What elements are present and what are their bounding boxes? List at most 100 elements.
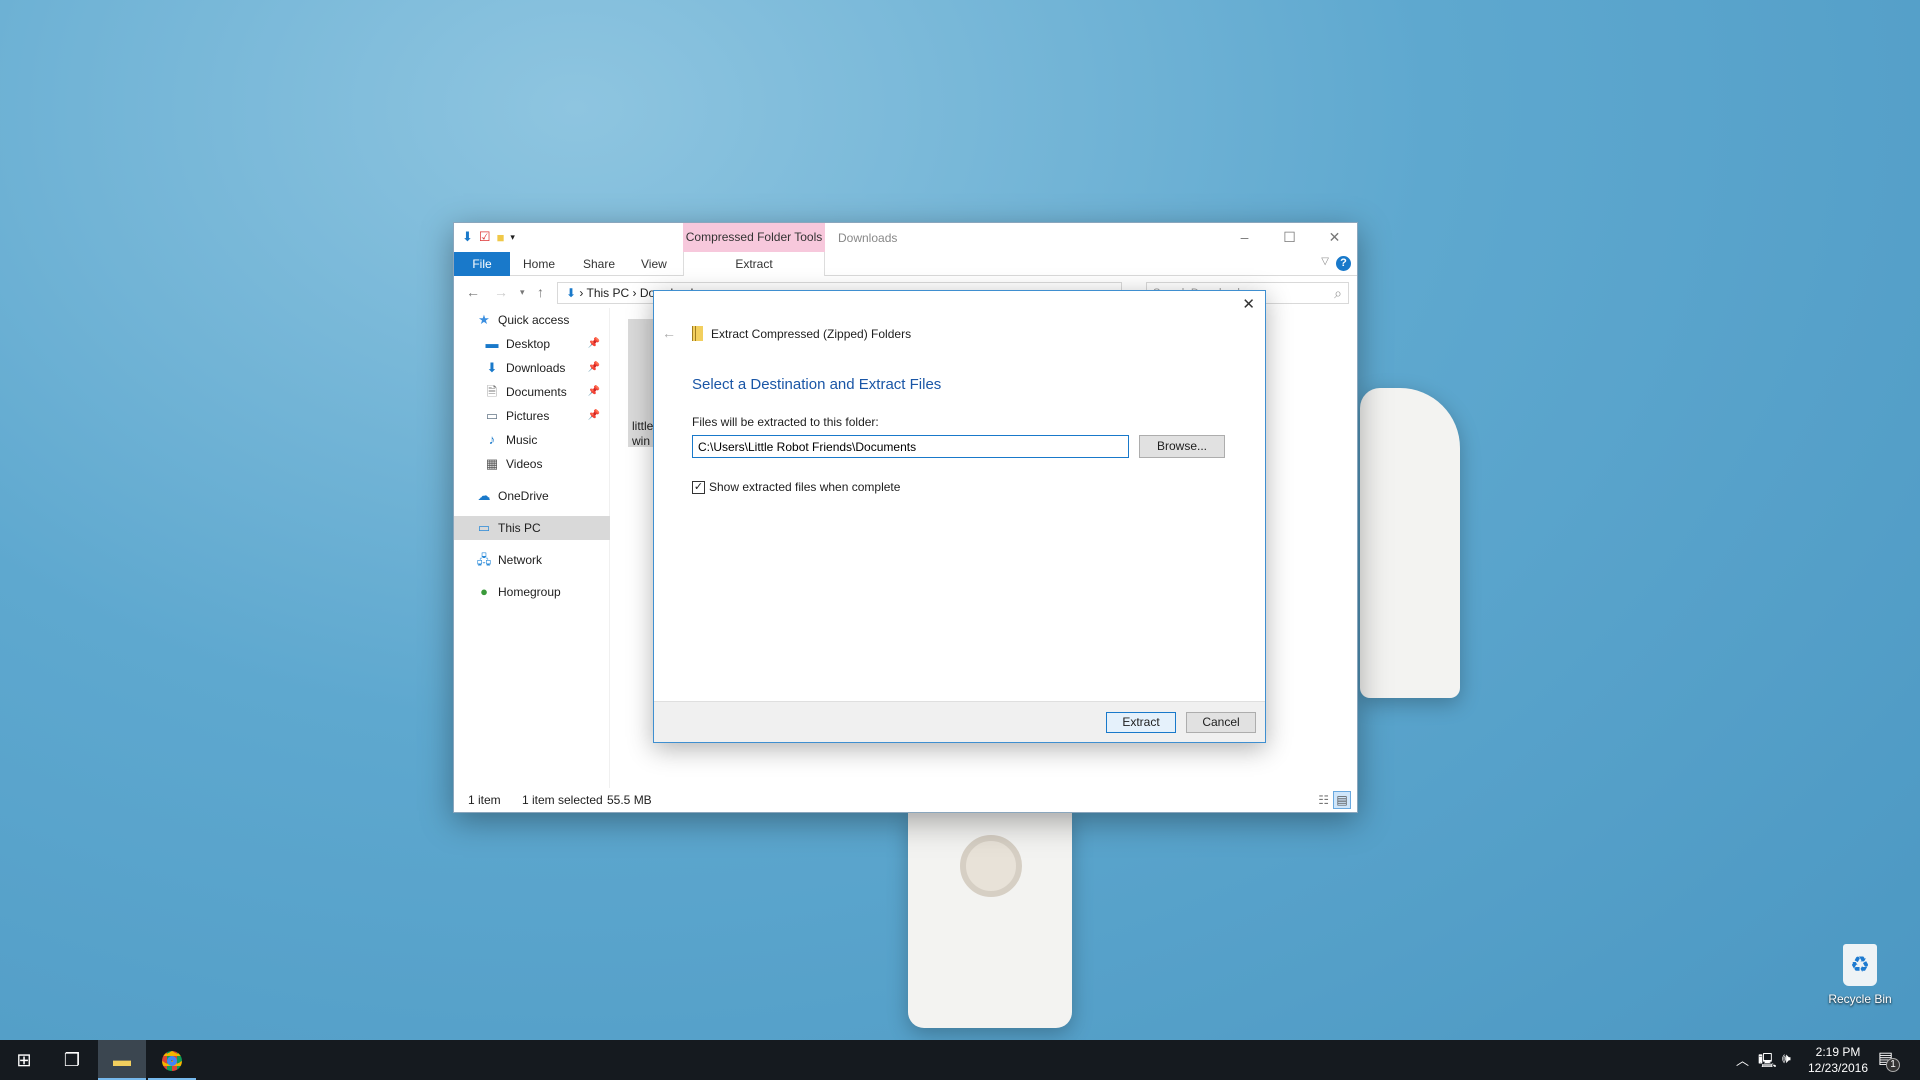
context-tab-group: Compressed Folder Tools [683, 223, 825, 252]
sidebar-item-label: OneDrive [498, 489, 549, 503]
title-bar: ⬇ ☑ ■ ▾ Compressed Folder Tools Download… [454, 223, 1357, 252]
up-icon[interactable]: ↑ [537, 284, 544, 300]
dialog-heading: Select a Destination and Extract Files [692, 376, 942, 393]
clock-time: 2:19 PM [1815, 1045, 1861, 1059]
forward-icon[interactable]: → [494, 284, 508, 300]
recycle-bin[interactable]: ♻ Recycle Bin [1820, 944, 1900, 1006]
download-icon[interactable]: ⬇ [462, 229, 473, 245]
music-icon: ♪ [488, 432, 496, 447]
navigation-pane: ★ Quick access ▬ Desktop 📌 ⬇ Downloads 📌 🗎 Doc… [454, 308, 610, 788]
sidebar-item-homegroup[interactable]: ● Homegroup [454, 580, 610, 604]
sidebar-item-label: Quick access [498, 313, 570, 327]
sidebar-item-label: Network [498, 553, 543, 567]
tab-view[interactable]: View [641, 252, 667, 276]
dialog-title: Extract Compressed (Zipped) Folders [711, 327, 912, 341]
cloud-icon: ☁ [477, 488, 491, 503]
properties-icon[interactable]: ☑ [479, 229, 491, 245]
robot-lens [960, 835, 1022, 897]
large-icons-view-icon[interactable]: ▤ [1333, 791, 1351, 809]
dialog-back-icon[interactable]: ← [662, 325, 676, 341]
taskbar-file-explorer[interactable]: ▬ [98, 1040, 146, 1080]
breadcrumb-this-pc[interactable]: This PC [587, 286, 630, 300]
close-button[interactable]: ✕ [1312, 223, 1357, 252]
details-view-icon[interactable]: ☷ [1318, 788, 1329, 812]
computer-icon: ▭ [477, 520, 491, 535]
folder-icon: ▬ [113, 1050, 131, 1070]
chrome-icon [162, 1051, 182, 1072]
expand-ribbon-icon[interactable]: ▽ [1321, 256, 1329, 267]
windows-icon: ⊞ [16, 1050, 32, 1070]
pin-icon[interactable]: 📌 [588, 356, 600, 380]
sidebar-item-label: Videos [506, 457, 543, 471]
sidebar-item-label: Music [506, 433, 538, 447]
sidebar-item-label: Pictures [506, 409, 550, 423]
taskbar: ⊞ ❐ ▬ ︿ 🖳 🕪 2:19 PM 12/23/2016 ▤ 1 [0, 1040, 1920, 1080]
search-icon: ⌕ [1334, 285, 1342, 301]
back-icon[interactable]: ← [466, 284, 480, 300]
clock[interactable]: 2:19 PM 12/23/2016 [1806, 1044, 1870, 1076]
extract-dialog: ✕ ← Extract Compressed (Zipped) Folders … [653, 290, 1266, 743]
clock-date: 12/23/2016 [1807, 1061, 1869, 1075]
volume-icon[interactable]: 🕪 [1782, 1050, 1791, 1067]
pin-icon[interactable]: 📌 [588, 332, 600, 356]
dialog-footer: Extract Cancel [654, 701, 1265, 742]
ribbon-tabs: File Home Share View Extract ▽ ? [454, 252, 1357, 276]
show-files-checkbox[interactable]: ✓ [692, 480, 705, 494]
sidebar-item-network[interactable]: 🖧 Network [454, 548, 610, 572]
selection-count: 1 item selected [522, 793, 603, 807]
selection-size: 55.5 MB [607, 793, 652, 807]
sidebar-item-documents[interactable]: 🗎 Documents 📌 [454, 380, 610, 404]
pin-icon[interactable]: 📌 [588, 380, 600, 404]
sidebar-item-label: Desktop [506, 337, 551, 351]
customize-qat-icon[interactable]: ▾ [510, 232, 515, 243]
browse-button[interactable]: Browse... [1139, 435, 1225, 458]
desktop-robot-photo [1360, 388, 1460, 698]
notification-count: 1 [1886, 1058, 1900, 1072]
network-status-icon[interactable]: 🖳 [1758, 1050, 1777, 1074]
tab-file[interactable]: File [454, 252, 510, 276]
recycle-bin-label: Recycle Bin [1828, 992, 1892, 1006]
sidebar-item-music[interactable]: ♪ Music [454, 428, 610, 452]
document-icon: 🗎 [486, 384, 498, 399]
tab-share[interactable]: Share [583, 252, 615, 276]
picture-icon: ▭ [485, 408, 499, 423]
cancel-button[interactable]: Cancel [1186, 712, 1256, 733]
video-icon: ▦ [485, 456, 499, 471]
sidebar-item-quick-access[interactable]: ★ Quick access [454, 308, 610, 332]
tab-home[interactable]: Home [523, 252, 555, 276]
quick-access-toolbar: ⬇ ☑ ■ ▾ [462, 229, 515, 245]
show-files-label: Show extracted files when complete [709, 480, 901, 494]
file-item-label: win [632, 434, 651, 447]
destination-folder-input[interactable] [692, 435, 1129, 458]
minimize-button[interactable]: – [1222, 223, 1267, 252]
sidebar-item-label: Documents [506, 385, 567, 399]
sidebar-item-desktop[interactable]: ▬ Desktop 📌 [454, 332, 610, 356]
sidebar-item-this-pc[interactable]: ▭ This PC [454, 516, 610, 540]
item-count: 1 item [468, 793, 501, 807]
star-icon: ★ [478, 312, 490, 327]
show-hidden-icons[interactable]: ︿ [1736, 1050, 1749, 1069]
taskbar-chrome[interactable] [148, 1040, 196, 1080]
help-icon[interactable]: ? [1336, 256, 1351, 271]
pin-icon[interactable]: 📌 [588, 404, 600, 428]
file-item-zip[interactable]: little win [628, 319, 654, 447]
download-icon: ⬇ [566, 286, 577, 300]
file-item-label: little [632, 419, 654, 433]
tab-extract[interactable]: Extract [683, 252, 825, 276]
start-button[interactable]: ⊞ [0, 1040, 48, 1080]
sidebar-item-videos[interactable]: ▦ Videos [454, 452, 610, 476]
recent-locations-icon[interactable]: ▾ [520, 287, 525, 298]
sidebar-item-onedrive[interactable]: ☁ OneDrive [454, 484, 610, 508]
show-files-checkbox-row[interactable]: ✓ Show extracted files when complete [692, 480, 900, 494]
sidebar-item-pictures[interactable]: ▭ Pictures 📌 [454, 404, 610, 428]
sidebar-item-label: Homegroup [498, 585, 561, 599]
action-center-button[interactable]: ▤ 1 [1878, 1048, 1900, 1072]
desktop-icon: ▬ [485, 336, 499, 351]
dialog-close-button[interactable]: ✕ [1242, 295, 1255, 313]
sidebar-item-downloads[interactable]: ⬇ Downloads 📌 [454, 356, 610, 380]
extract-button[interactable]: Extract [1106, 712, 1176, 733]
maximize-button[interactable]: ☐ [1267, 223, 1312, 252]
recycle-bin-icon: ♻ [1843, 944, 1877, 986]
task-view-button[interactable]: ❐ [48, 1040, 96, 1080]
new-folder-icon[interactable]: ■ [497, 230, 505, 245]
